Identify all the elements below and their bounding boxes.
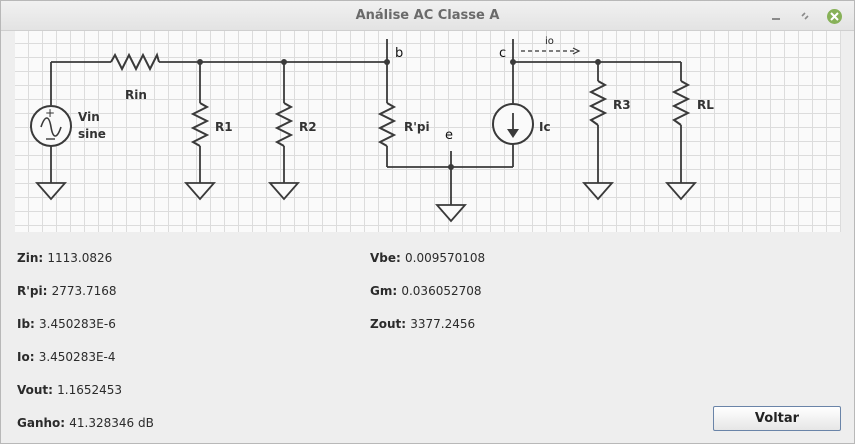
title-bar[interactable]: Análise AC Classe A [1, 1, 854, 31]
minimize-icon[interactable] [769, 9, 783, 23]
result-zout: Zout: 3377.2456 [370, 317, 476, 331]
label-vin: Vin [78, 110, 100, 124]
svg-text:+: + [45, 106, 55, 120]
result-vbe: Vbe: 0.009570108 [370, 251, 486, 265]
label-rl: RL [697, 98, 714, 112]
result-ib: Ib: 3.450283E-6 [17, 317, 116, 331]
label-r2: R2 [299, 120, 317, 134]
ground-icon [665, 182, 697, 201]
result-rpi: R'pi: 2773.7168 [17, 284, 117, 298]
window-title: Análise AC Classe A [355, 8, 500, 23]
resistor-rl-icon [671, 80, 691, 126]
voltar-button[interactable]: Voltar [713, 406, 841, 431]
label-vin-type: sine [78, 127, 106, 141]
ground-icon [35, 182, 67, 201]
resistor-r3-icon [588, 80, 608, 126]
resistor-rpi-icon [377, 102, 397, 147]
result-io: Io: 3.450283E-4 [17, 350, 116, 364]
label-node-c: c [499, 46, 506, 61]
current-source-ic-icon [492, 103, 534, 145]
resistor-r1-icon [190, 102, 210, 147]
label-rpi: R'pi [404, 120, 430, 134]
io-arrow-icon [521, 47, 581, 55]
label-rin: Rin [125, 88, 147, 102]
vin-source-icon: + [30, 62, 72, 183]
resistor-rin-icon [110, 52, 160, 72]
result-zin: Zin: 1113.0826 [17, 251, 113, 265]
label-r1: R1 [215, 120, 233, 134]
circuit-schematic: + Rin Vin sine R1 R2 R'pi b e c io Ic R3… [15, 31, 841, 232]
ground-icon [582, 182, 614, 201]
ground-icon [268, 182, 300, 201]
ground-icon [435, 204, 467, 223]
result-ganho: Ganho: 41.328346 dB [17, 416, 154, 430]
label-node-e: e [445, 128, 453, 143]
label-ic: Ic [539, 120, 551, 134]
maximize-icon[interactable] [798, 9, 812, 23]
result-gm: Gm: 0.036052708 [370, 284, 482, 298]
dialog-window: Análise AC Classe A + Rin Vin sine R1 R2… [0, 0, 855, 444]
label-r3: R3 [613, 98, 631, 112]
label-io: io [545, 36, 554, 47]
close-icon[interactable] [827, 9, 842, 24]
ground-icon [184, 182, 216, 201]
result-vout: Vout: 1.1652453 [17, 383, 123, 397]
label-node-b: b [395, 46, 403, 61]
resistor-r2-icon [274, 102, 294, 147]
